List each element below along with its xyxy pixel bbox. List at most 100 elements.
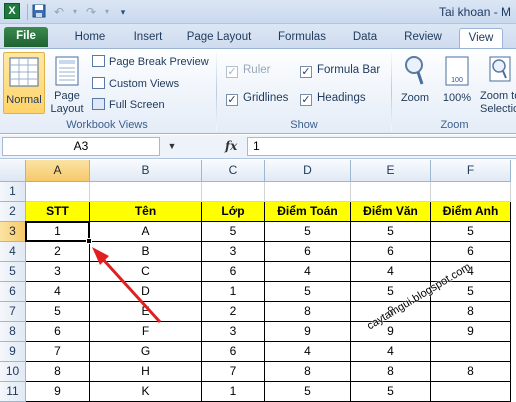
- cell-b9[interactable]: G: [90, 342, 202, 362]
- cell-a6[interactable]: 4: [26, 282, 90, 302]
- cell-d8[interactable]: 9: [265, 322, 351, 342]
- tab-home[interactable]: Home: [72, 28, 108, 48]
- row-header-7[interactable]: 7: [0, 302, 26, 322]
- cell-d7[interactable]: 8: [265, 302, 351, 322]
- zoom-to-selection-button[interactable]: Zoom to Selection: [480, 52, 516, 115]
- page-layout-view-button[interactable]: Page Layout: [48, 52, 86, 115]
- cell-a8[interactable]: 6: [26, 322, 90, 342]
- full-screen-button[interactable]: Full Screen: [92, 96, 165, 114]
- cell-d2[interactable]: Điểm Toán: [265, 202, 351, 222]
- cell-a9[interactable]: 7: [26, 342, 90, 362]
- column-header-e[interactable]: E: [351, 160, 431, 182]
- cell-d1[interactable]: [265, 182, 351, 202]
- cell-d4[interactable]: 6: [265, 242, 351, 262]
- cell-d5[interactable]: 4: [265, 262, 351, 282]
- tab-insert[interactable]: Insert: [128, 28, 168, 48]
- redo-dropdown-icon[interactable]: ▾: [99, 4, 115, 20]
- tab-file[interactable]: File: [4, 27, 48, 47]
- normal-view-button[interactable]: Normal: [3, 52, 45, 114]
- cell-d10[interactable]: 8: [265, 362, 351, 382]
- undo-dropdown-icon[interactable]: ▾: [67, 4, 83, 20]
- gridlines-checkbox[interactable]: ✓ Gridlines: [226, 89, 288, 107]
- column-header-b[interactable]: B: [90, 160, 202, 182]
- cell-c10[interactable]: 7: [202, 362, 265, 382]
- fill-handle[interactable]: [86, 238, 92, 244]
- cell-f9[interactable]: [431, 342, 511, 362]
- cell-e5[interactable]: 4: [351, 262, 431, 282]
- row-header-5[interactable]: 5: [0, 262, 26, 282]
- cell-d9[interactable]: 4: [265, 342, 351, 362]
- cell-e9[interactable]: 4: [351, 342, 431, 362]
- cell-a7[interactable]: 5: [26, 302, 90, 322]
- cell-f11[interactable]: [431, 382, 511, 402]
- cell-b7[interactable]: E: [90, 302, 202, 322]
- tab-page-layout[interactable]: Page Layout: [186, 28, 252, 48]
- cell-c2[interactable]: Lớp: [202, 202, 265, 222]
- undo-icon[interactable]: ↶: [51, 4, 67, 20]
- cell-f3[interactable]: 5: [431, 222, 511, 242]
- row-header-9[interactable]: 9: [0, 342, 26, 362]
- cell-c9[interactable]: 6: [202, 342, 265, 362]
- cell-b6[interactable]: D: [90, 282, 202, 302]
- cell-a5[interactable]: 3: [26, 262, 90, 282]
- cell-c3[interactable]: 5: [202, 222, 265, 242]
- cell-e4[interactable]: 6: [351, 242, 431, 262]
- column-header-c[interactable]: C: [202, 160, 265, 182]
- cell-c6[interactable]: 1: [202, 282, 265, 302]
- cell-a11[interactable]: 9: [26, 382, 90, 402]
- cell-f7[interactable]: 8: [431, 302, 511, 322]
- cell-c5[interactable]: 6: [202, 262, 265, 282]
- cell-c8[interactable]: 3: [202, 322, 265, 342]
- column-header-a[interactable]: A: [26, 160, 90, 182]
- cell-c7[interactable]: 2: [202, 302, 265, 322]
- save-icon[interactable]: [31, 4, 47, 20]
- cell-f4[interactable]: 6: [431, 242, 511, 262]
- cell-b4[interactable]: B: [90, 242, 202, 262]
- zoom-button[interactable]: Zoom: [396, 52, 434, 114]
- cell-b11[interactable]: K: [90, 382, 202, 402]
- cell-e11[interactable]: 5: [351, 382, 431, 402]
- cell-c4[interactable]: 3: [202, 242, 265, 262]
- cell-c11[interactable]: 1: [202, 382, 265, 402]
- column-header-f[interactable]: F: [431, 160, 511, 182]
- cell-e10[interactable]: 8: [351, 362, 431, 382]
- headings-checkbox[interactable]: ✓ Headings: [300, 89, 366, 107]
- select-all-corner[interactable]: [0, 160, 26, 182]
- custom-views-button[interactable]: Custom Views: [92, 75, 179, 93]
- cell-f1[interactable]: [431, 182, 511, 202]
- cell-e1[interactable]: [351, 182, 431, 202]
- cell-c1[interactable]: [202, 182, 265, 202]
- cell-a2[interactable]: STT: [26, 202, 90, 222]
- cell-a3[interactable]: 1: [26, 222, 90, 242]
- cell-b8[interactable]: F: [90, 322, 202, 342]
- formula-input[interactable]: 1: [247, 137, 516, 156]
- excel-icon[interactable]: X: [4, 3, 20, 19]
- row-header-4[interactable]: 4: [0, 242, 26, 262]
- tab-view[interactable]: View: [459, 28, 503, 48]
- row-header-6[interactable]: 6: [0, 282, 26, 302]
- name-box-dropdown-icon[interactable]: ▼: [165, 137, 179, 156]
- cell-a4[interactable]: 2: [26, 242, 90, 262]
- cell-d11[interactable]: 5: [265, 382, 351, 402]
- customize-icon[interactable]: ▾: [115, 4, 131, 20]
- cell-b5[interactable]: C: [90, 262, 202, 282]
- redo-icon[interactable]: ↷: [83, 4, 99, 20]
- cell-e2[interactable]: Điểm Văn: [351, 202, 431, 222]
- row-header-10[interactable]: 10: [0, 362, 26, 382]
- cell-e8[interactable]: 9: [351, 322, 431, 342]
- cell-f10[interactable]: 8: [431, 362, 511, 382]
- row-header-1[interactable]: 1: [0, 182, 26, 202]
- cell-d3[interactable]: 5: [265, 222, 351, 242]
- insert-function-icon[interactable]: fx: [225, 137, 239, 156]
- name-box[interactable]: A3: [2, 137, 160, 156]
- formula-bar-checkbox[interactable]: ✓ Formula Bar: [300, 61, 380, 79]
- cell-a1[interactable]: [26, 182, 90, 202]
- zoom-100-button[interactable]: 100 100%: [438, 52, 476, 114]
- cell-e3[interactable]: 5: [351, 222, 431, 242]
- tab-data[interactable]: Data: [350, 28, 380, 48]
- cell-b10[interactable]: H: [90, 362, 202, 382]
- cell-b1[interactable]: [90, 182, 202, 202]
- page-break-preview-button[interactable]: Page Break Preview: [92, 53, 209, 71]
- cell-b2[interactable]: Tên: [90, 202, 202, 222]
- column-header-d[interactable]: D: [265, 160, 351, 182]
